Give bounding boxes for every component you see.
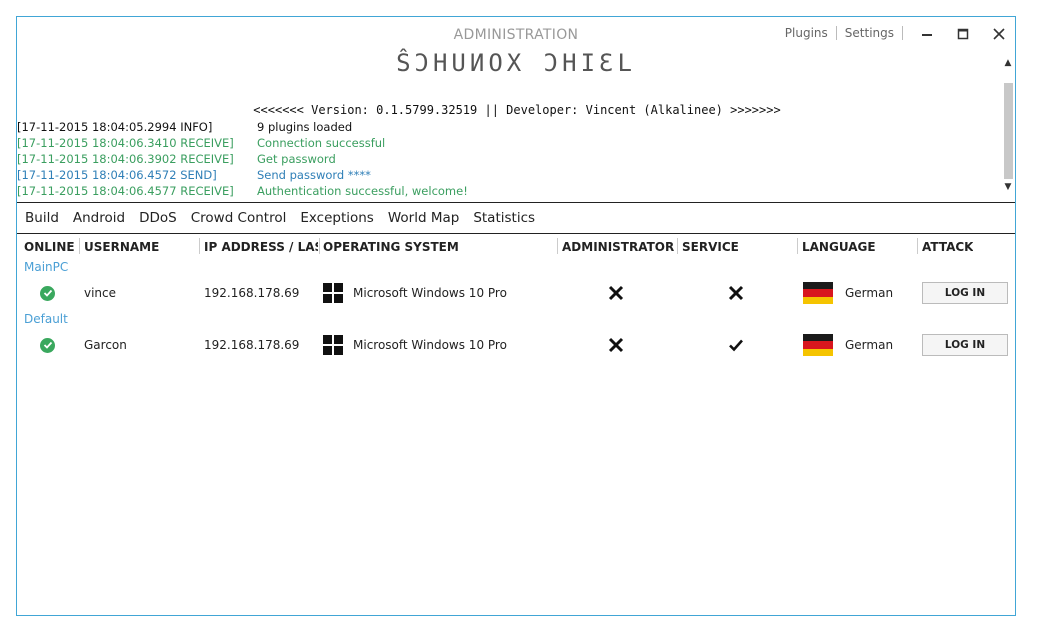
os-cell: Microsoft Windows 10 Pro — [323, 276, 507, 310]
log-row: [17-11-2015 18:04:06.3410 RECEIVE] Conne… — [17, 135, 1003, 151]
menu-item-world-map[interactable]: World Map — [381, 210, 466, 226]
column-header-administrator[interactable]: ADMINISTRATOR — [562, 240, 674, 254]
german-flag-icon — [803, 282, 833, 304]
column-header-os[interactable]: OPERATING SYSTEM — [323, 240, 459, 254]
online-status — [40, 328, 55, 362]
minimize-button[interactable] — [913, 23, 941, 45]
menu-item-ddos[interactable]: DDoS — [132, 210, 184, 226]
minimize-icon — [922, 34, 932, 36]
group-header-default[interactable]: Default — [17, 310, 1015, 328]
username-cell: vince — [84, 286, 117, 300]
column-separator[interactable] — [557, 238, 558, 254]
menu-item-build[interactable]: Build — [17, 210, 66, 226]
os-name: Microsoft Windows 10 Pro — [353, 338, 507, 352]
windows-icon — [323, 283, 343, 303]
table-row[interactable]: vince 192.168.178.69 Microsoft Windows 1… — [17, 276, 1015, 310]
top-links: Plugins Settings — [785, 26, 911, 40]
table-header: ONLINE USERNAME IP ADDRESS / LAST S OPER… — [17, 234, 1015, 258]
online-check-icon — [40, 337, 55, 353]
ascii-banner: ŜƆHUИOX ƆHIƐL — [396, 49, 636, 77]
admin-window: ADMINISTRATION Plugins Settings ŜƆHUИOX … — [16, 16, 1016, 616]
log-message: Send password **** — [257, 168, 371, 182]
column-separator[interactable] — [677, 238, 678, 254]
plugins-link[interactable]: Plugins — [785, 26, 828, 40]
settings-link[interactable]: Settings — [845, 26, 894, 40]
log-message: Connection successful — [257, 136, 386, 150]
scroll-up-icon[interactable]: ▲ — [1001, 57, 1015, 69]
log-message: Get password — [257, 152, 336, 166]
column-separator[interactable] — [79, 238, 80, 254]
online-status — [40, 276, 55, 310]
column-header-username[interactable]: USERNAME — [84, 240, 159, 254]
column-separator[interactable] — [917, 238, 918, 254]
log-timestamp: [17-11-2015 18:04:05.2994 INFO] — [17, 120, 213, 134]
column-header-online[interactable]: ONLINE — [24, 240, 75, 254]
version-line: <<<<<<< Version: 0.1.5799.32519 || Devel… — [253, 103, 781, 117]
os-name: Microsoft Windows 10 Pro — [353, 286, 507, 300]
administrator-cell — [608, 276, 624, 310]
clients-table: ONLINE USERNAME IP ADDRESS / LAST S OPER… — [17, 234, 1015, 362]
log-timestamp: [17-11-2015 18:04:06.3410 RECEIVE] — [17, 136, 234, 150]
service-cell — [728, 328, 744, 362]
column-header-language[interactable]: LANGUAGE — [802, 240, 876, 254]
log-row: [17-11-2015 18:04:06.4572 SEND] Send pas… — [17, 167, 1003, 183]
os-cell: Microsoft Windows 10 Pro — [323, 328, 507, 362]
language-cell: German — [803, 328, 893, 362]
column-separator[interactable] — [797, 238, 798, 254]
attack-cell: LOG IN — [922, 328, 1008, 362]
ip-cell: 192.168.178.69 — [204, 286, 300, 300]
german-flag-icon — [803, 334, 833, 356]
table-row[interactable]: Garcon 192.168.178.69 Microsoft Windows … — [17, 328, 1015, 362]
maximize-icon — [957, 28, 969, 40]
cross-icon — [608, 337, 624, 353]
link-separator — [835, 26, 837, 40]
log-row: [17-11-2015 18:04:06.3902 RECEIVE] Get p… — [17, 151, 1003, 167]
log-timestamp: [17-11-2015 18:04:06.4577 RECEIVE] — [17, 184, 234, 198]
log-row: [17-11-2015 18:04:05.2994 INFO] 9 plugin… — [17, 119, 1003, 135]
login-button[interactable]: LOG IN — [922, 334, 1008, 356]
column-separator[interactable] — [319, 238, 320, 254]
cross-icon — [728, 285, 744, 301]
check-icon — [729, 339, 743, 352]
cross-icon — [608, 285, 624, 301]
administrator-cell — [608, 328, 624, 362]
attack-cell: LOG IN — [922, 276, 1008, 310]
username-cell: Garcon — [84, 338, 127, 352]
menu-item-crowd-control[interactable]: Crowd Control — [184, 210, 294, 226]
online-check-icon — [40, 285, 55, 301]
column-header-ip[interactable]: IP ADDRESS / LAST S — [204, 240, 318, 254]
login-button[interactable]: LOG IN — [922, 282, 1008, 304]
log-timestamp: [17-11-2015 18:04:06.3902 RECEIVE] — [17, 152, 234, 166]
language-cell: German — [803, 276, 893, 310]
language-name: German — [845, 286, 894, 300]
log-timestamp: [17-11-2015 18:04:06.4572 SEND] — [17, 168, 217, 182]
group-header-mainpc[interactable]: MainPC — [17, 258, 1015, 276]
menu-item-statistics[interactable]: Statistics — [466, 210, 542, 226]
scroll-down-icon[interactable]: ▼ — [1001, 181, 1015, 193]
maximize-button[interactable] — [949, 23, 977, 45]
menu-item-exceptions[interactable]: Exceptions — [293, 210, 380, 226]
console-scrollbar[interactable]: ▲ ▼ — [1001, 55, 1015, 193]
console-log: [17-11-2015 18:04:05.2994 INFO] 9 plugin… — [17, 119, 1003, 199]
log-message: Authentication successful, welcome! — [257, 184, 468, 198]
windows-icon — [323, 335, 343, 355]
column-header-attack[interactable]: ATTACK — [922, 240, 973, 254]
service-cell — [728, 276, 744, 310]
column-header-service[interactable]: SERVICE — [682, 240, 739, 254]
language-name: German — [845, 338, 894, 352]
log-row: [17-11-2015 18:04:06.4577 RECEIVE] Authe… — [17, 183, 1003, 199]
menu-item-android[interactable]: Android — [66, 210, 132, 226]
scroll-thumb[interactable] — [1004, 83, 1013, 179]
main-menu: Build Android DDoS Crowd Control Excepti… — [17, 203, 542, 233]
close-button[interactable] — [985, 23, 1013, 45]
close-icon — [993, 28, 1005, 40]
log-message: 9 plugins loaded — [257, 120, 353, 134]
column-separator[interactable] — [199, 238, 200, 254]
link-separator — [902, 26, 903, 40]
ip-cell: 192.168.178.69 — [204, 338, 300, 352]
